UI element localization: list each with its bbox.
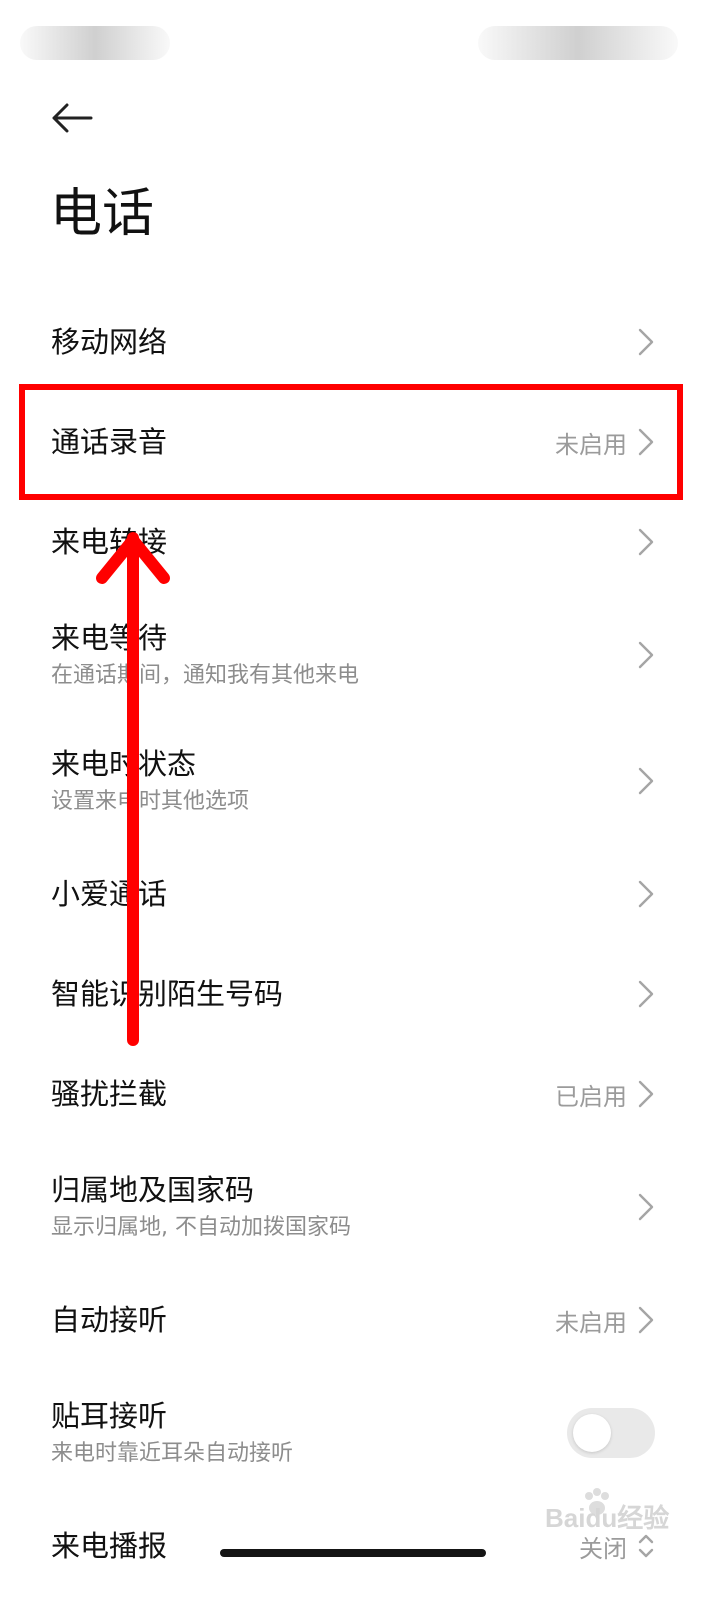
chevron-right-icon <box>638 428 654 456</box>
chevron-right-icon <box>638 1080 654 1108</box>
chevron-right-icon <box>638 1306 654 1334</box>
chevron-right-icon <box>638 528 654 556</box>
setting-spam-blocking[interactable]: 骚扰拦截 已启用 <box>0 1044 719 1144</box>
setting-value: 未启用 <box>555 1308 627 1337</box>
setting-unknown-number-id[interactable]: 智能识别陌生号码 <box>0 944 719 1044</box>
setting-xiaoai-call[interactable]: 小爱通话 <box>0 844 719 944</box>
setting-subtitle: 显示归属地, 不自动加拨国家码 <box>51 1215 351 1240</box>
setting-title: 来电等待 <box>51 621 168 655</box>
status-bar-time-blurred <box>20 26 170 60</box>
setting-title: 小爱通话 <box>51 877 168 911</box>
setting-mobile-network[interactable]: 移动网络 <box>0 292 719 392</box>
setting-title: 智能识别陌生号码 <box>51 977 284 1011</box>
toggle-knob <box>573 1414 611 1452</box>
watermark-text: Baidu经验 <box>545 1503 670 1533</box>
setting-call-waiting[interactable]: 来电等待 在通话期间，通知我有其他来电 <box>0 592 719 718</box>
setting-title: 来电播报 <box>51 1529 168 1563</box>
status-bar <box>0 0 719 80</box>
setting-title: 移动网络 <box>51 325 168 359</box>
chevron-right-icon <box>638 980 654 1008</box>
setting-subtitle: 来电时靠近耳朵自动接听 <box>51 1441 294 1466</box>
baidu-watermark: Baidu经验 <box>537 1488 677 1538</box>
chevron-right-icon <box>638 767 654 795</box>
home-indicator[interactable] <box>220 1549 486 1557</box>
chevron-right-icon <box>638 641 654 669</box>
setting-title: 来电时状态 <box>51 747 197 781</box>
chevron-right-icon <box>638 1193 654 1221</box>
setting-call-forwarding[interactable]: 来电转接 <box>0 492 719 592</box>
setting-value: 已启用 <box>555 1082 627 1111</box>
chevron-right-icon <box>638 880 654 908</box>
setting-location-country-code[interactable]: 归属地及国家码 显示归属地, 不自动加拨国家码 <box>0 1144 719 1270</box>
chevron-right-icon <box>638 328 654 356</box>
setting-title: 自动接听 <box>51 1303 168 1337</box>
status-bar-icons-blurred <box>478 26 678 60</box>
setting-subtitle: 在通话期间，通知我有其他来电 <box>51 663 360 688</box>
setting-title: 通话录音 <box>51 425 168 459</box>
setting-title: 贴耳接听 <box>51 1399 168 1433</box>
setting-title: 骚扰拦截 <box>51 1077 168 1111</box>
setting-subtitle: 设置来电时其他选项 <box>51 789 250 814</box>
settings-list: 移动网络 通话录音 未启用 来电转接 来电等待 在通话期间，通知我有其他来电 来… <box>0 292 719 1596</box>
ear-answer-toggle[interactable] <box>567 1408 655 1458</box>
setting-value: 未启用 <box>555 430 627 459</box>
page-title: 电话 <box>50 184 155 244</box>
arrow-left-icon <box>52 103 93 133</box>
setting-auto-answer[interactable]: 自动接听 未启用 <box>0 1270 719 1370</box>
setting-incoming-call-status[interactable]: 来电时状态 设置来电时其他选项 <box>0 718 719 844</box>
setting-title: 来电转接 <box>51 525 168 559</box>
setting-ear-answer: 贴耳接听 来电时靠近耳朵自动接听 <box>0 1370 719 1496</box>
setting-call-recording[interactable]: 通话录音 未启用 <box>0 392 719 492</box>
setting-title: 归属地及国家码 <box>51 1173 255 1207</box>
back-button[interactable] <box>40 92 104 144</box>
